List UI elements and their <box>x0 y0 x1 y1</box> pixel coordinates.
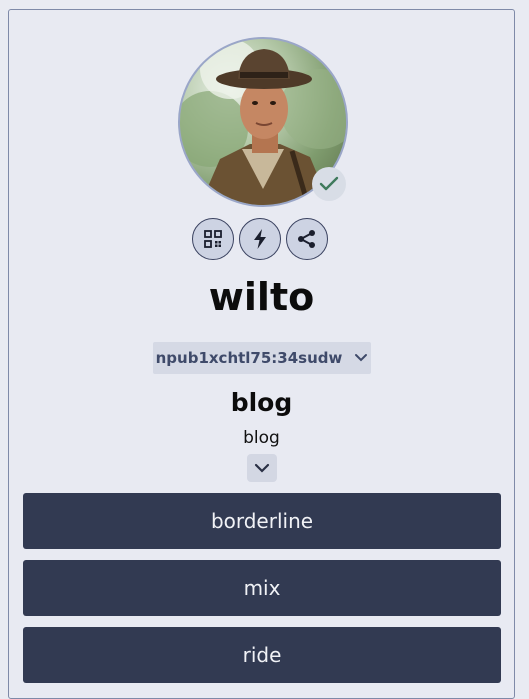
verified-badge <box>312 167 346 201</box>
bio-text: blog <box>243 428 280 448</box>
link-list: borderline mix ride <box>23 493 501 694</box>
profile-card: wilto npub1xchtl75:34sudw blog blog bord… <box>8 9 515 699</box>
bio-title: blog <box>230 388 293 417</box>
chevron-down-icon <box>355 354 368 362</box>
profile-actions <box>192 218 328 260</box>
zap-button[interactable] <box>239 218 281 260</box>
share-icon <box>298 230 315 248</box>
qr-code-button[interactable] <box>192 218 234 260</box>
qr-code-icon <box>204 230 222 248</box>
npub-text: npub1xchtl75:34sudw <box>155 349 343 367</box>
link-button-mix[interactable]: mix <box>23 560 501 616</box>
avatar-container <box>178 37 348 207</box>
checkmark-icon <box>319 176 339 191</box>
expand-bio-button[interactable] <box>247 454 277 482</box>
link-button-borderline[interactable]: borderline <box>23 493 501 549</box>
npub-dropdown[interactable]: npub1xchtl75:34sudw <box>153 342 371 374</box>
chevron-down-icon <box>254 463 270 473</box>
lightning-icon <box>254 229 266 249</box>
link-button-ride[interactable]: ride <box>23 627 501 683</box>
share-button[interactable] <box>286 218 328 260</box>
profile-username: wilto <box>208 275 315 319</box>
